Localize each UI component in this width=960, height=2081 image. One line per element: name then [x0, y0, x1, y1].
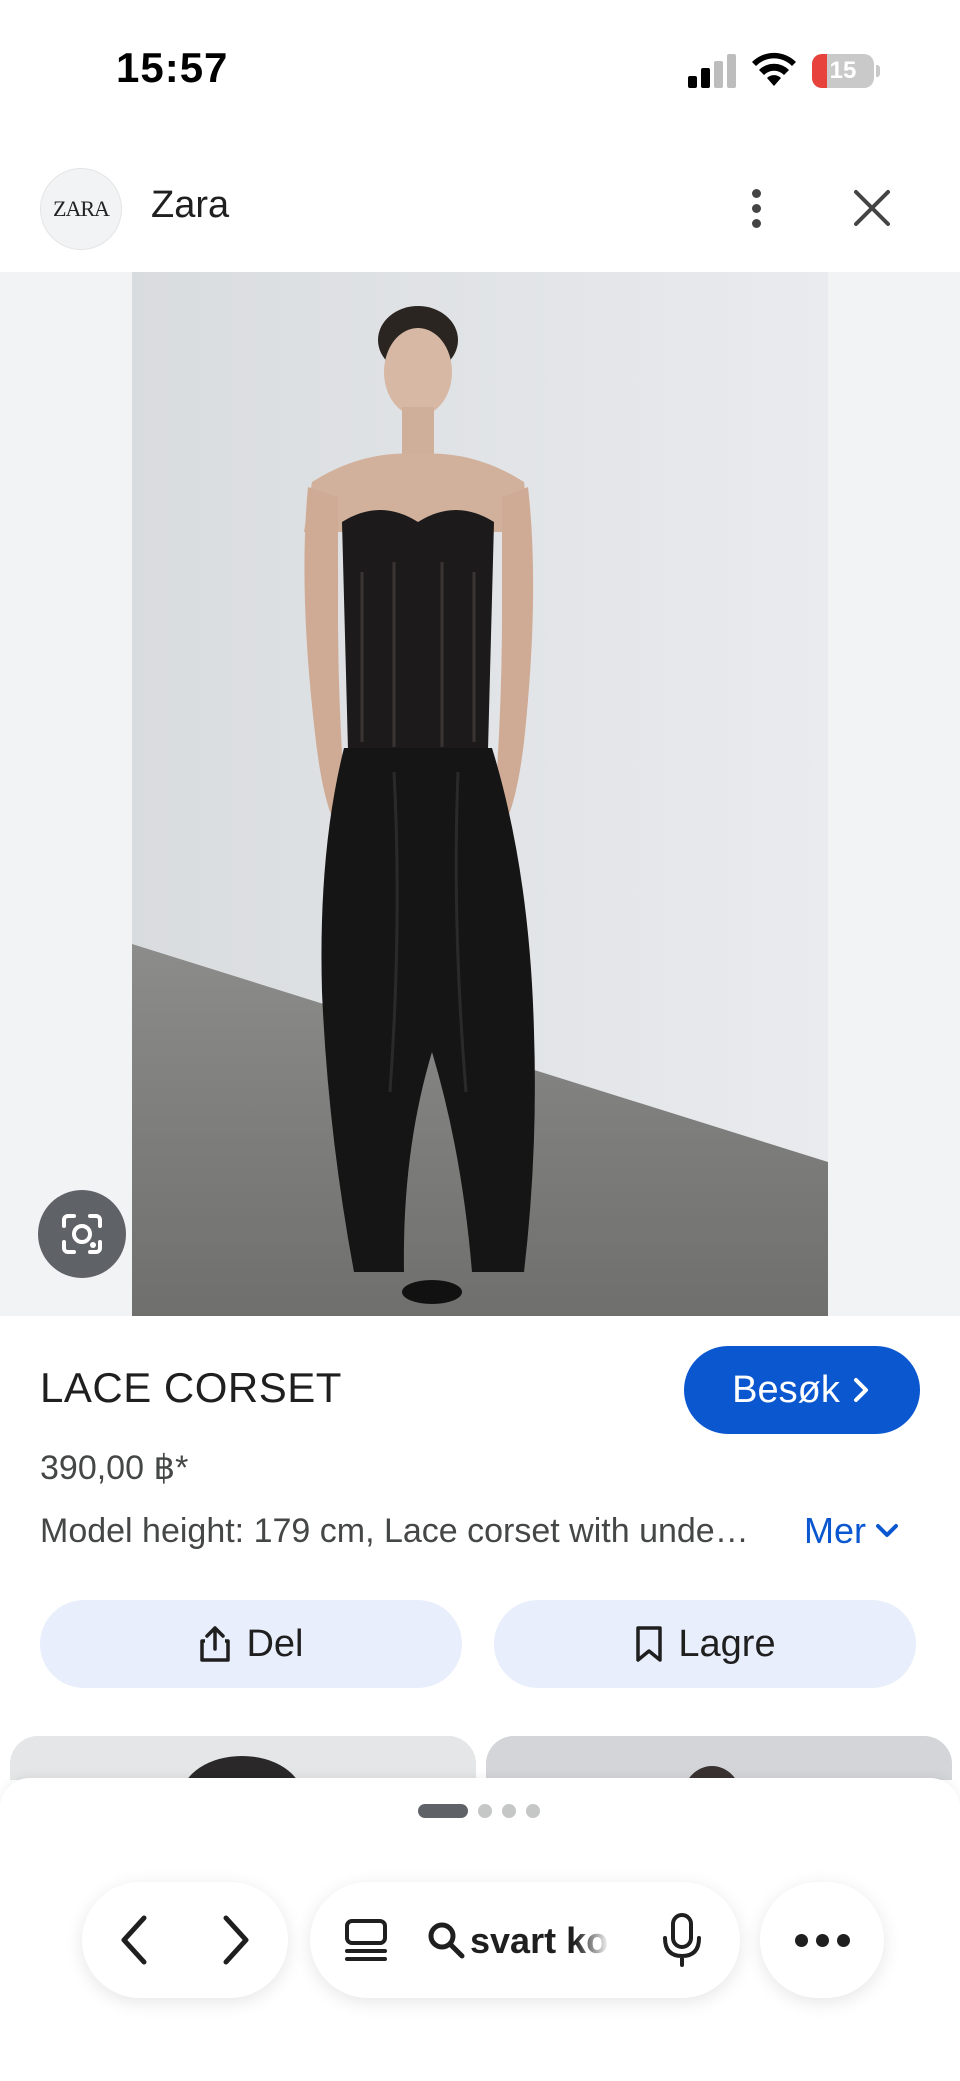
search-query[interactable]: svart korset — [470, 1920, 610, 1962]
more-horiz-icon[interactable] — [760, 1882, 884, 1998]
navigation-pill — [82, 1882, 288, 1998]
header: ZARA Zara — [0, 160, 960, 270]
battery-indicator: 15 — [812, 54, 880, 88]
bookmark-icon — [636, 1626, 663, 1662]
page-dot — [526, 1804, 540, 1818]
related-result-card[interactable] — [486, 1736, 952, 1780]
chevron-down-icon — [876, 1524, 898, 1537]
more-vert-icon[interactable] — [736, 178, 776, 238]
visit-button[interactable]: Besøk — [684, 1346, 920, 1434]
site-name[interactable]: Zara — [151, 184, 229, 227]
site-logo[interactable]: ZARA — [40, 168, 122, 250]
product-price: 390,00 ฿* — [40, 1449, 189, 1487]
related-results — [0, 1736, 960, 1780]
page-indicator — [418, 1804, 540, 1818]
signal-icon — [688, 54, 736, 88]
back-icon[interactable] — [104, 1910, 164, 1970]
product-description: Model height: 179 cm, Lace corset with u… — [40, 1512, 760, 1550]
lens-icon[interactable] — [38, 1190, 126, 1278]
page-dot — [418, 1804, 468, 1818]
page-dot — [478, 1804, 492, 1818]
more-button[interactable]: Mer — [804, 1510, 900, 1552]
battery-level: 15 — [829, 57, 857, 84]
mic-icon[interactable] — [660, 1912, 704, 1968]
more-label: Mer — [804, 1510, 866, 1551]
close-icon[interactable] — [846, 182, 898, 234]
forward-icon[interactable] — [206, 1910, 266, 1970]
share-icon — [200, 1626, 231, 1662]
share-button[interactable]: Del — [40, 1600, 462, 1688]
search-icon — [428, 1922, 465, 1959]
status-time: 15:57 — [116, 44, 229, 91]
logo-text: ZARA — [53, 196, 110, 221]
product-image[interactable] — [132, 272, 828, 1316]
tabs-icon[interactable] — [342, 1916, 390, 1964]
bottom-toolbar: svart korset — [0, 1778, 960, 2081]
save-label: Lagre — [678, 1622, 776, 1665]
related-result-card[interactable] — [10, 1736, 476, 1780]
image-viewer — [0, 272, 960, 1316]
chevron-right-icon — [853, 1378, 868, 1402]
wifi-icon — [752, 52, 796, 86]
share-label: Del — [246, 1622, 304, 1665]
search-bar[interactable]: svart korset — [310, 1882, 740, 1998]
product-title: LACE CORSET — [40, 1364, 342, 1411]
save-button[interactable]: Lagre — [494, 1600, 916, 1688]
visit-button-label: Besøk — [732, 1368, 840, 1411]
status-bar: 15:57 15 — [0, 0, 960, 140]
page-dot — [502, 1804, 516, 1818]
